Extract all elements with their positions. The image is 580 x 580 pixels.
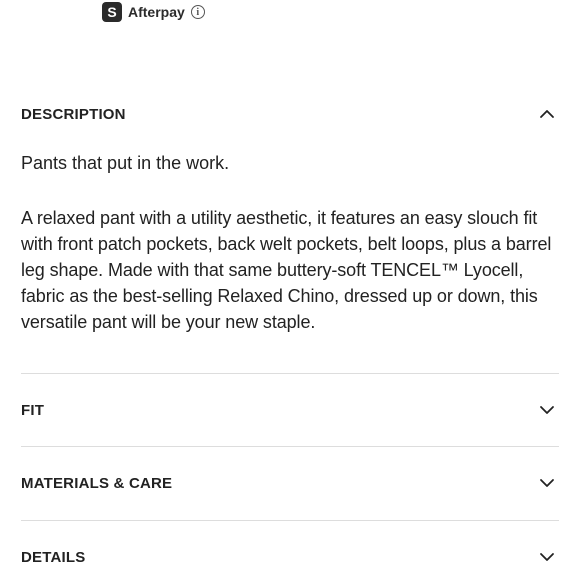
chevron-down-icon xyxy=(540,406,554,414)
accordion-description-title: DESCRIPTION xyxy=(21,105,126,123)
accordion-fit-toggle[interactable]: FIT xyxy=(21,398,559,422)
divider xyxy=(21,373,559,374)
chevron-down-icon xyxy=(540,479,554,487)
accordion-materials-title: MATERIALS & CARE xyxy=(21,474,173,492)
accordion-description-toggle[interactable]: DESCRIPTION xyxy=(21,102,559,126)
accordion-details-toggle[interactable]: DETAILS xyxy=(21,545,559,569)
description-body: A relaxed pant with a utility aesthetic,… xyxy=(21,208,552,332)
afterpay-label: Afterpay xyxy=(128,4,185,20)
description-tagline: Pants that put in the work. xyxy=(21,153,230,173)
info-icon[interactable]: i xyxy=(190,5,205,19)
afterpay-option: S Afterpay i xyxy=(102,2,205,22)
divider xyxy=(21,520,559,521)
afterpay-logo-icon: S xyxy=(102,2,122,22)
chevron-down-icon xyxy=(540,553,554,561)
chevron-up-icon xyxy=(540,110,554,118)
accordion-fit-title: FIT xyxy=(21,401,45,419)
accordion-materials-toggle[interactable]: MATERIALS & CARE xyxy=(21,471,559,495)
divider xyxy=(21,446,559,447)
accordion-details-title: DETAILS xyxy=(21,548,86,566)
